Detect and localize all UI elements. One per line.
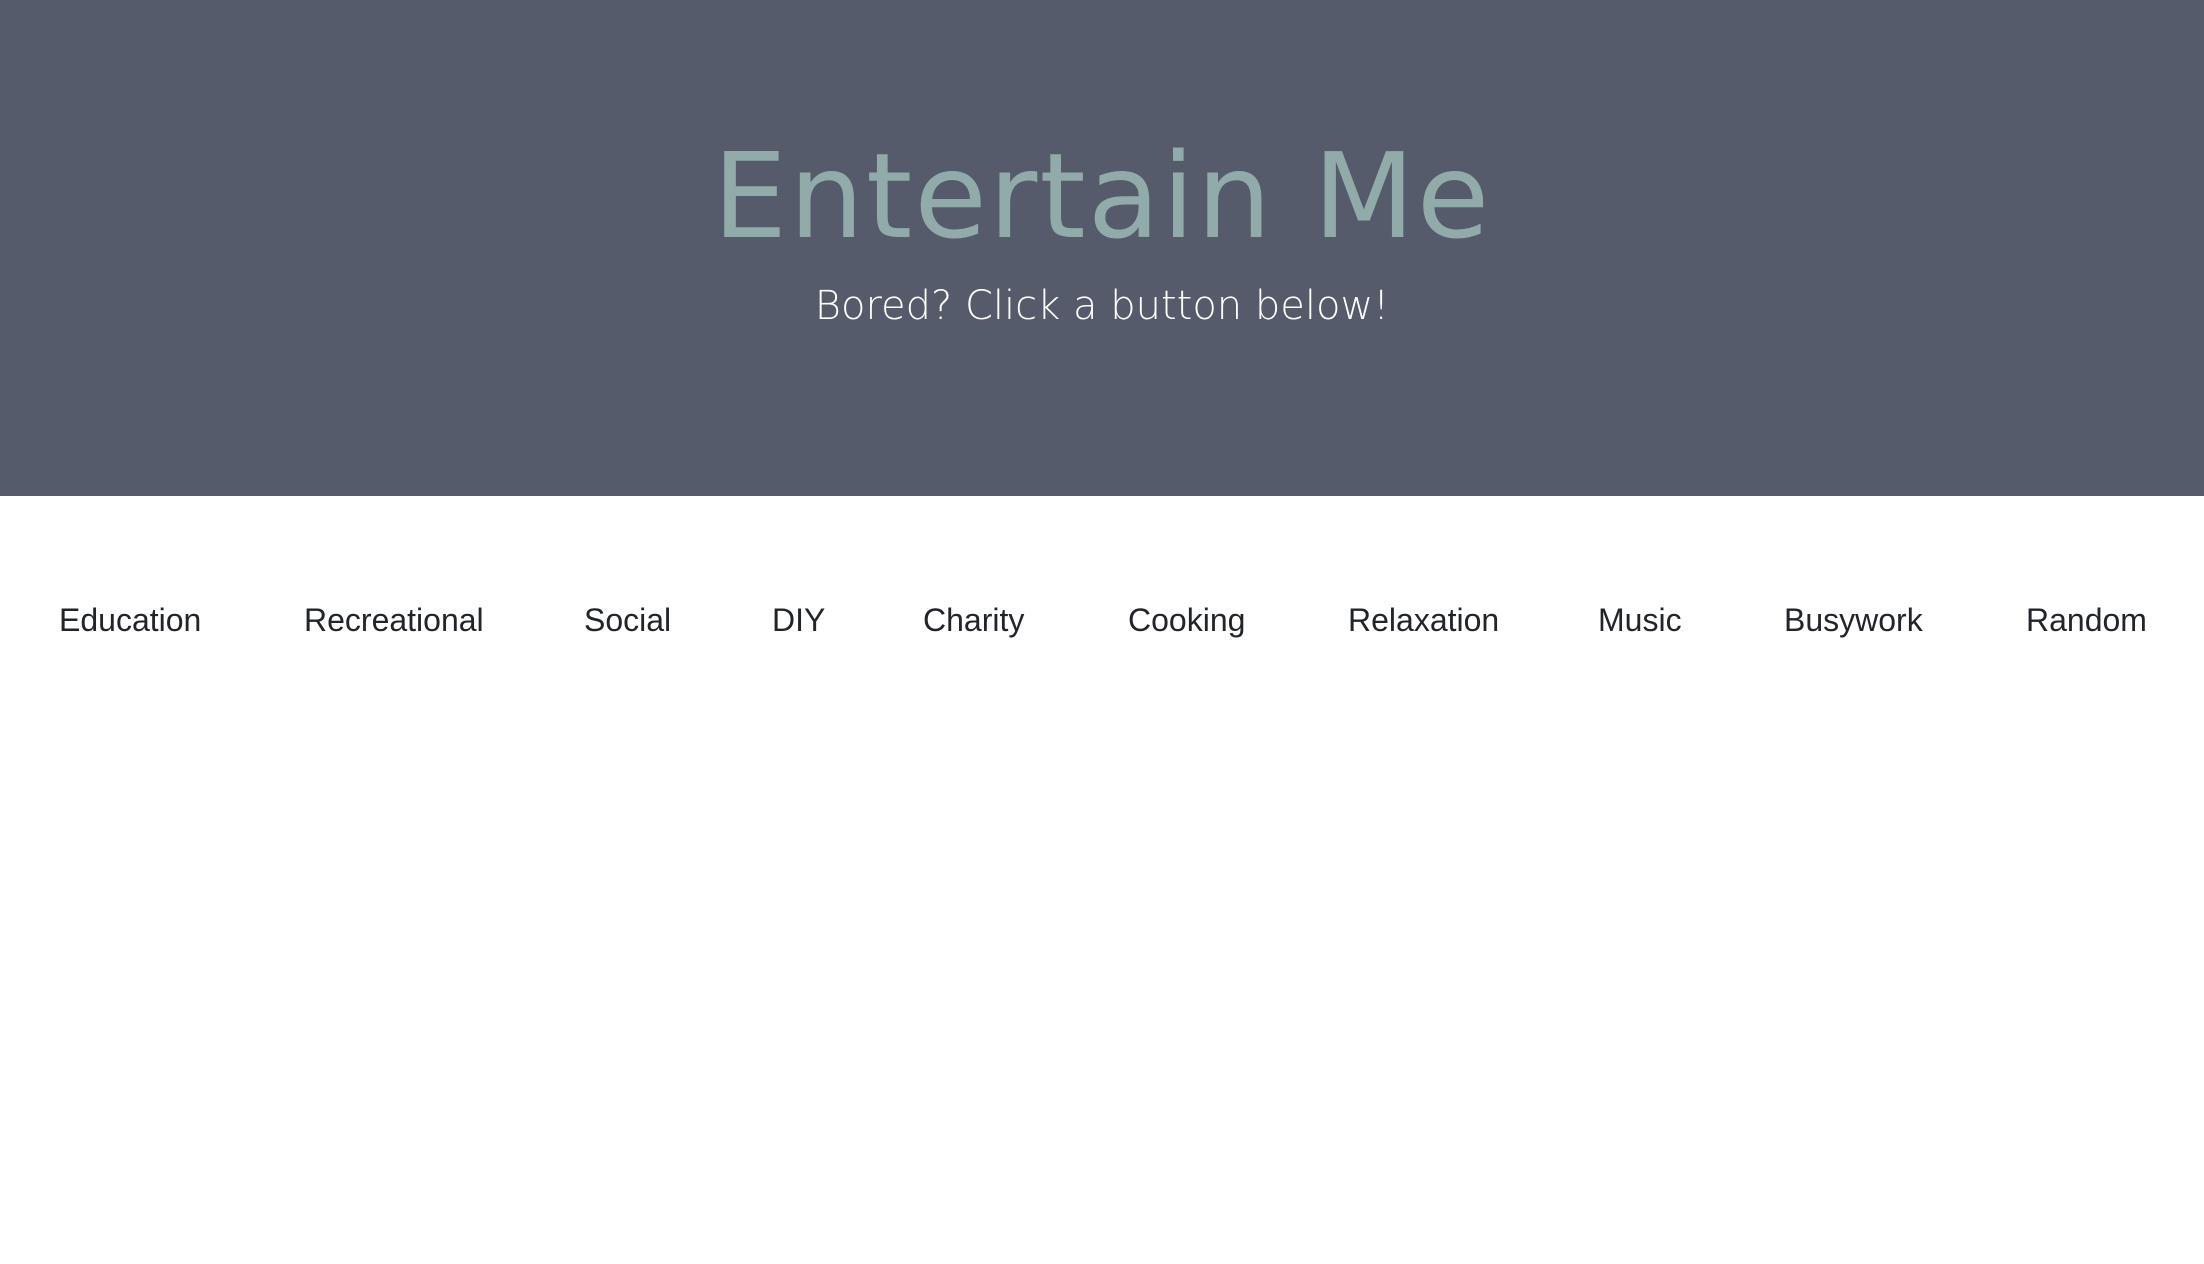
page-title: Entertain Me: [712, 127, 1492, 265]
category-button-cooking[interactable]: Cooking: [1128, 590, 1245, 650]
category-button-recreational[interactable]: Recreational: [304, 590, 484, 650]
category-button-social[interactable]: Social: [584, 590, 671, 650]
category-button-busywork[interactable]: Busywork: [1784, 590, 1923, 650]
category-button-relaxation[interactable]: Relaxation: [1348, 590, 1499, 650]
category-button-random[interactable]: Random: [2026, 590, 2147, 650]
category-button-bar: Education Recreational Social DIY Charit…: [0, 590, 2204, 650]
page-subtitle: Bored? Click a button below!: [814, 283, 1390, 329]
category-button-education[interactable]: Education: [59, 590, 201, 650]
category-button-diy[interactable]: DIY: [772, 590, 825, 650]
category-button-charity[interactable]: Charity: [923, 590, 1024, 650]
hero-banner: Entertain Me Bored? Click a button below…: [0, 0, 2204, 496]
category-button-music[interactable]: Music: [1598, 590, 1682, 650]
